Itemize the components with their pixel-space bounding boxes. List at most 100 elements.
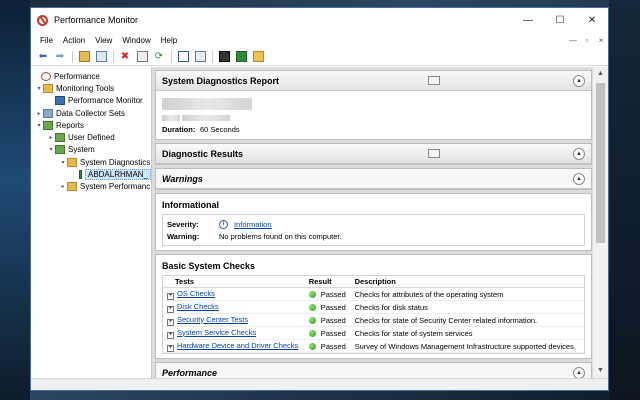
desktop-background-left — [0, 0, 30, 400]
back-arrow-icon[interactable]: ⬅ — [35, 49, 51, 65]
section-title: Basic System Checks — [162, 261, 256, 271]
scroll-up-arrow-icon[interactable]: ▲ — [593, 67, 608, 81]
delete-icon[interactable]: ✖ — [117, 49, 133, 65]
test-link[interactable]: OS Checks — [177, 289, 215, 298]
description-text: Checks for attributes of the operating s… — [350, 287, 584, 301]
description-text: Checks for state of Security Center rela… — [350, 313, 584, 327]
up-folder-icon[interactable] — [76, 49, 92, 65]
section-header[interactable]: Warnings ▲ — [156, 169, 591, 189]
tree-item-system-diagnostics[interactable]: ▾ System Diagnostics — [31, 156, 151, 168]
tree-item-monitoring-tools[interactable]: ▾ Monitoring Tools — [31, 82, 151, 94]
reports-icon — [55, 133, 65, 143]
section-header[interactable]: System Diagnostics Report ▲ — [156, 71, 591, 91]
collapse-icon[interactable]: ▾ — [59, 159, 67, 166]
stop-icon[interactable] — [233, 49, 249, 65]
passed-status-icon — [308, 316, 316, 324]
tree-item-reports[interactable]: ▾ Reports — [31, 119, 151, 131]
properties-icon[interactable] — [134, 49, 150, 65]
collapse-chevron-icon[interactable]: ▲ — [573, 172, 585, 185]
description-text: Checks for state of system services — [350, 326, 584, 340]
folder-icon — [67, 157, 77, 167]
child-restore-button[interactable]: ▫ — [580, 36, 594, 45]
result-text: Passed — [320, 341, 346, 351]
section-header[interactable]: Diagnostic Results ▲ — [156, 144, 591, 164]
menu-window[interactable]: Window — [117, 36, 155, 45]
tree-item-data-collector-sets[interactable]: ▸ Data Collector Sets — [31, 107, 151, 119]
expand-icon[interactable]: + — [167, 344, 174, 352]
redacted-info — [162, 113, 585, 123]
test-link[interactable]: Disk Checks — [177, 302, 219, 311]
section-title: Diagnostic Results — [162, 148, 244, 159]
menu-file[interactable]: File — [35, 36, 58, 45]
column-header-description[interactable]: Description — [350, 276, 584, 288]
tree-item-report-selected[interactable]: ABDALRHMAN_ — [31, 168, 151, 181]
print-icon[interactable] — [428, 149, 440, 158]
result-text: Passed — [320, 315, 346, 325]
test-link[interactable]: Hardware Device and Driver Checks — [177, 341, 298, 350]
start-icon[interactable] — [216, 49, 232, 65]
menu-view[interactable]: View — [90, 36, 117, 45]
desktop-background-right — [609, 0, 640, 400]
expand-icon[interactable]: ▸ — [35, 110, 43, 117]
system-diagnostics-report-section: System Diagnostics Report ▲ Duration: 60… — [155, 70, 592, 140]
new-icon[interactable] — [250, 49, 266, 65]
expand-icon[interactable]: ▸ — [59, 183, 67, 190]
expand-icon[interactable]: + — [167, 292, 174, 300]
child-minimize-button[interactable]: — — [566, 36, 580, 45]
expand-icon[interactable]: ▸ — [47, 134, 55, 141]
chart-icon — [55, 96, 65, 106]
informational-section: Informational Severity: i Information Wa… — [155, 193, 592, 251]
collapse-icon[interactable]: ▾ — [35, 85, 43, 92]
passed-status-icon — [308, 342, 316, 350]
show-hide-console-tree-icon[interactable] — [93, 49, 109, 65]
table-row: + Security Center Tests Passed Checks for… — [163, 313, 584, 327]
expand-icon[interactable]: + — [167, 305, 174, 313]
section-header[interactable]: Performance ▲ — [156, 363, 591, 378]
menu-action[interactable]: Action — [58, 36, 90, 45]
title-bar[interactable]: Performance Monitor — ☐ ✕ — [31, 8, 608, 32]
collapse-icon[interactable]: ▾ — [47, 146, 55, 153]
tree-item-user-defined[interactable]: ▸ User Defined — [31, 131, 151, 143]
print-icon[interactable] — [428, 76, 440, 85]
collapse-chevron-icon[interactable]: ▲ — [573, 147, 585, 160]
child-close-button[interactable]: × — [594, 36, 608, 45]
severity-label: Severity: — [167, 219, 199, 229]
vertical-scrollbar[interactable]: ▲ ▼ — [593, 67, 608, 378]
tree-item-system-performance[interactable]: ▸ System Performanc — [31, 181, 151, 193]
collapse-chevron-icon[interactable]: ▲ — [573, 74, 585, 87]
table-row: + Disk Checks Passed Checks for disk stat… — [163, 300, 584, 314]
expand-icon[interactable]: + — [167, 331, 174, 339]
expand-icon[interactable]: + — [167, 318, 174, 326]
forward-arrow-icon[interactable]: ➡ — [52, 49, 68, 65]
minimize-button[interactable]: — — [512, 8, 544, 32]
scroll-down-arrow-icon[interactable]: ▼ — [593, 364, 608, 378]
severity-row: Severity: i Information — [167, 218, 580, 230]
help-icon[interactable] — [192, 49, 208, 65]
severity-link[interactable]: Information — [234, 220, 272, 229]
column-header-tests[interactable]: Tests — [163, 276, 305, 288]
section-title: Performance — [162, 367, 218, 378]
tree-item-performance[interactable]: Performance — [31, 70, 151, 82]
report-pane: System Diagnostics Report ▲ Duration: 60… — [152, 67, 608, 378]
warnings-section: Warnings ▲ — [155, 168, 592, 190]
refresh-icon[interactable]: ⟳ — [151, 49, 167, 65]
test-link[interactable]: System Service Checks — [177, 328, 256, 337]
collapse-chevron-icon[interactable]: ▲ — [573, 366, 585, 378]
close-button[interactable]: ✕ — [576, 8, 608, 32]
section-title: Informational — [162, 200, 220, 210]
tree-item-system[interactable]: ▾ System — [31, 144, 151, 156]
table-row: + Hardware Device and Driver Checks Passe… — [163, 339, 584, 353]
result-text: Passed — [320, 328, 346, 338]
collapse-icon[interactable]: ▾ — [35, 122, 43, 129]
scrollbar-thumb[interactable] — [596, 83, 605, 243]
reports-icon — [55, 145, 65, 155]
folder-icon — [43, 83, 53, 93]
menu-help[interactable]: Help — [156, 36, 182, 45]
menu-bar: File Action View Window Help — ▫ × — [31, 32, 608, 48]
test-link[interactable]: Security Center Tests — [177, 315, 248, 324]
reports-icon — [43, 120, 53, 130]
maximize-button[interactable]: ☐ — [544, 8, 576, 32]
column-header-result[interactable]: Result — [304, 276, 351, 288]
tree-item-performance-monitor[interactable]: Performance Monitor — [31, 95, 151, 107]
export-list-icon[interactable] — [175, 49, 191, 65]
